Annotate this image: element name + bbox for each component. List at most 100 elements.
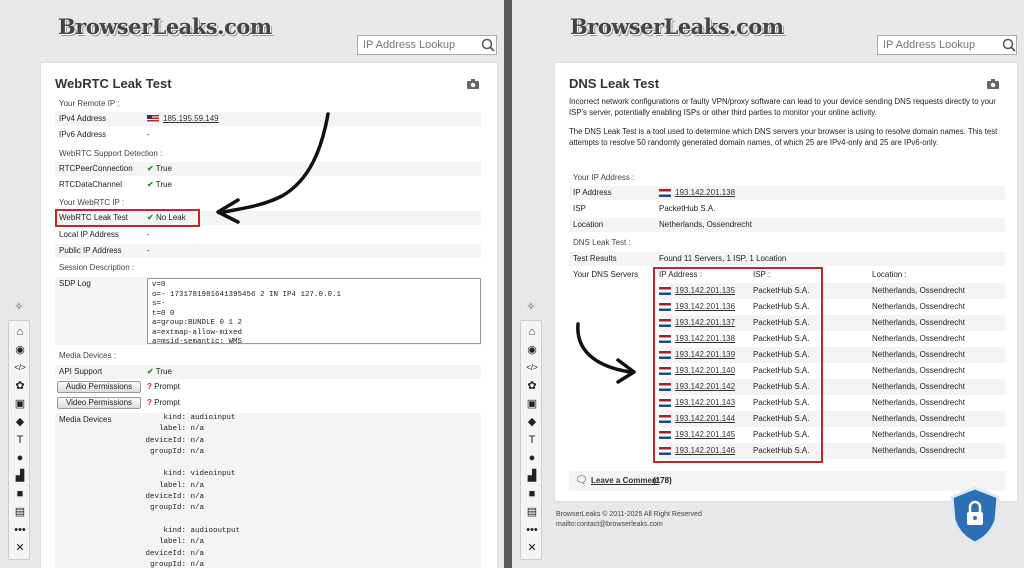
ipv6-label: IPv6 Address	[59, 130, 107, 139]
dns-servers-label-row: Your DNS Servers	[569, 268, 649, 282]
audio-permission-status: ? Prompt	[147, 380, 347, 394]
check-icon: ✔	[147, 180, 154, 189]
rtcpeer-value: True	[155, 164, 172, 173]
dns-server-location: Netherlands, Ossendrecht	[872, 366, 965, 375]
ip-link[interactable]: 193.142.201.138	[675, 188, 735, 197]
search-icon[interactable]	[481, 38, 495, 52]
dns-server-location: Netherlands, Ossendrecht	[872, 446, 965, 455]
pin-icon[interactable]: ✧	[523, 300, 539, 314]
more-icon[interactable]: •••	[12, 523, 28, 537]
bars-icon[interactable]: ▟	[524, 469, 540, 483]
section-your-ip: Your IP Address :	[573, 173, 635, 182]
dns-server-location: Netherlands, Ossendrecht	[872, 302, 965, 311]
image-icon[interactable]: ▣	[524, 397, 540, 411]
broadcast-icon[interactable]: ◉	[524, 343, 540, 357]
dns-server-location: Netherlands, Ossendrecht	[872, 414, 965, 423]
tools-icon[interactable]: ✕	[524, 541, 540, 555]
site-logo[interactable]: BrowserLeaks.com	[58, 14, 272, 39]
footer: BrowserLeaks © 2011-2025 All Right Reser…	[556, 510, 702, 530]
dns-server-location: Netherlands, Ossendrecht	[872, 382, 965, 391]
header-location: Location :	[872, 270, 907, 279]
dns-server-location: Netherlands, Ossendrecht	[872, 286, 965, 295]
map-pin-icon[interactable]: ●	[524, 451, 540, 465]
puzzle-icon[interactable]: ✿	[524, 379, 540, 393]
cube-icon[interactable]: ◆	[12, 415, 28, 429]
api-support-value: True	[155, 367, 172, 376]
broadcast-icon[interactable]: ◉	[12, 343, 28, 357]
image-icon[interactable]: ▣	[12, 397, 28, 411]
ipv6-value: -	[147, 130, 150, 139]
camera-icon[interactable]	[987, 79, 999, 89]
section-your-webrtc-ip: Your WebRTC IP :	[59, 198, 125, 207]
question-icon: ?	[147, 398, 152, 407]
text-height-icon[interactable]: T	[524, 433, 540, 447]
public-ip-value: -	[147, 246, 150, 255]
rtcpeer-label: RTCPeerConnection	[59, 164, 133, 173]
ip-row: IP Address 193.142.201.138	[569, 186, 1005, 200]
home-icon[interactable]: ⌂	[12, 325, 28, 339]
wall-icon[interactable]: ▤	[524, 505, 540, 519]
cube-icon[interactable]: ◆	[524, 415, 540, 429]
location-label: Location	[573, 220, 604, 229]
test-results-value: Found 11 Servers, 1 ISP, 1 Location	[659, 254, 787, 263]
pin-icon[interactable]: ✧	[11, 300, 27, 314]
tools-sidebar: ⌂ ◉ </> ✿ ▣ ◆ T ● ▟ ■ ▤ ••• ✕	[8, 320, 30, 560]
leave-comment-link[interactable]: Leave a Comment	[591, 471, 659, 491]
home-icon[interactable]: ⌂	[524, 325, 540, 339]
section-dns-test: DNS Leak Test :	[573, 238, 631, 247]
isp-label: ISP	[573, 204, 586, 213]
dns-servers-label: Your DNS Servers	[573, 270, 639, 279]
dns-server-location: Netherlands, Ossendrecht	[872, 398, 965, 407]
ip-label: IP Address	[573, 188, 612, 197]
page-title: DNS Leak Test	[569, 76, 660, 91]
question-icon: ?	[147, 382, 152, 391]
code-icon[interactable]: </>	[12, 361, 28, 375]
media-devices-list: kind: audioinput label: n/a deviceId: n/…	[145, 414, 241, 568]
tools-icon[interactable]: ✕	[12, 541, 28, 555]
text-height-icon[interactable]: T	[12, 433, 28, 447]
more-icon[interactable]: •••	[524, 523, 540, 537]
wall-icon[interactable]: ▤	[12, 505, 28, 519]
code-icon[interactable]: </>	[524, 361, 540, 375]
local-ip-label: Local IP Address	[59, 230, 119, 239]
map-pin-icon[interactable]: ●	[12, 451, 28, 465]
puzzle-icon[interactable]: ✿	[12, 379, 28, 393]
highlight-box	[55, 209, 200, 227]
camera-icon[interactable]	[467, 79, 479, 89]
lock-icon[interactable]: ■	[12, 487, 28, 501]
lock-icon[interactable]: ■	[524, 487, 540, 501]
sdp-log-textarea[interactable]: v=0 o=- 1731781981641395456 2 IN IP4 127…	[147, 278, 481, 344]
right-pane: BrowserLeaks.com ⌂ ◉ </> ✿ ▣ ◆ T ● ▟ ■ ▤…	[512, 0, 1024, 568]
audio-permissions-button[interactable]: Audio Permissions	[57, 381, 141, 393]
bars-icon[interactable]: ▟	[12, 469, 28, 483]
rtcdata-label: RTCDataChannel	[59, 180, 122, 189]
split-divider[interactable]	[504, 0, 512, 568]
nl-flag-icon	[659, 188, 671, 197]
arrow-annotation-icon	[576, 322, 636, 384]
site-logo[interactable]: BrowserLeaks.com	[570, 14, 784, 39]
check-icon: ✔	[147, 367, 154, 376]
footer-mail-link[interactable]: mailto:contact@browserleaks.com	[556, 520, 702, 530]
video-permissions-button[interactable]: Video Permissions	[57, 397, 141, 409]
location-row: Location Netherlands, Ossendrecht	[569, 218, 1005, 232]
ip-lookup-search-input[interactable]	[357, 35, 497, 55]
search-icon[interactable]	[1002, 38, 1016, 52]
public-ip-label: Public IP Address	[59, 246, 122, 255]
comment-count: (178)	[653, 476, 672, 485]
isp-value: PacketHub S.A.	[659, 204, 716, 213]
arrow-annotation-icon	[216, 112, 330, 224]
ipv4-label: IPv4 Address	[59, 114, 107, 123]
public-ip-row: Public IP Address -	[55, 244, 481, 258]
dns-card: DNS Leak Test Incorrect network configur…	[554, 62, 1018, 502]
comment-icon: 🗨	[575, 475, 588, 486]
section-remote-ip: Your Remote IP :	[59, 99, 120, 108]
ip-lookup-search-input[interactable]	[877, 35, 1017, 55]
audio-permission-value: Prompt	[154, 382, 180, 391]
tools-sidebar: ⌂ ◉ </> ✿ ▣ ◆ T ● ▟ ■ ▤ ••• ✕	[520, 320, 542, 560]
api-support-label: API Support	[59, 367, 103, 376]
dns-server-location: Netherlands, Ossendrecht	[872, 334, 965, 343]
section-support: WebRTC Support Detection :	[59, 149, 163, 158]
rtcdata-value: True	[155, 180, 172, 189]
left-pane: BrowserLeaks.com ⌂ ◉ </> ✿ ▣ ◆ T ● ▟ ■ ▤…	[0, 0, 504, 568]
test-results-row: Test Results Found 11 Servers, 1 ISP, 1 …	[569, 252, 1005, 266]
